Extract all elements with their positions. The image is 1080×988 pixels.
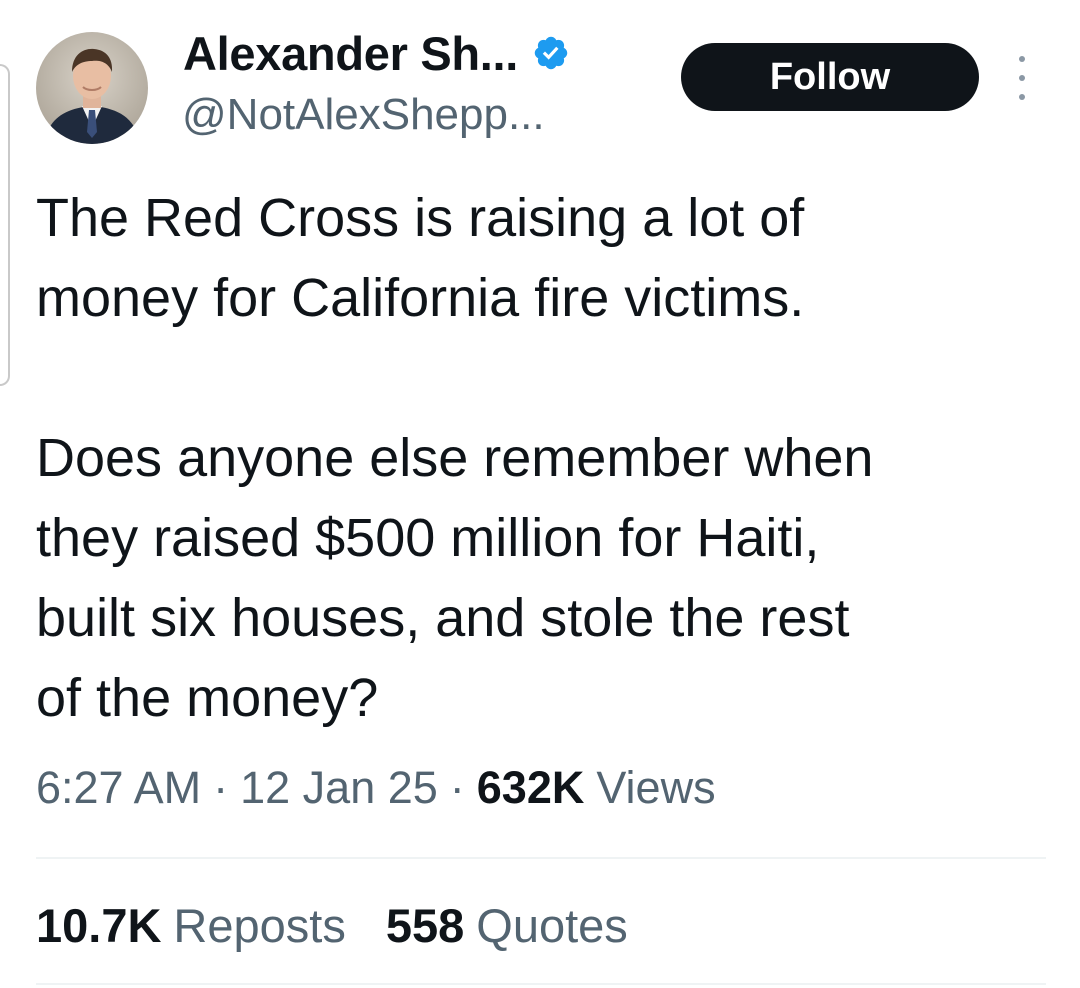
views-label: Views: [596, 762, 716, 813]
engagement-stats: 10.7K Reposts 558 Quotes: [36, 898, 628, 953]
follow-button[interactable]: Follow: [681, 43, 979, 111]
quotes-label: Quotes: [476, 899, 628, 952]
edge-bracket: [0, 64, 10, 386]
tweet-date[interactable]: 12 Jan 25: [240, 762, 438, 814]
tweet-line: built six houses, and stole the rest: [36, 588, 850, 648]
meta-separator: ·: [213, 762, 229, 813]
tweet-line: Does anyone else remember when: [36, 428, 874, 488]
tweet-line: they raised $500 million for Haiti,: [36, 508, 820, 568]
quotes-count: 558: [385, 899, 465, 952]
reposts-stat[interactable]: 10.7K Reposts: [36, 898, 346, 953]
author-handle[interactable]: @NotAlexShepp...: [182, 90, 545, 140]
tweet-metadata: 6:27 AM · 12 Jan 25 · 632K Views: [36, 762, 716, 814]
tweet-time[interactable]: 6:27 AM: [36, 762, 201, 814]
divider: [36, 857, 1046, 859]
author-name-row[interactable]: Alexander Sh...: [183, 24, 570, 82]
views-count: 632K: [476, 762, 585, 813]
more-vertical-icon[interactable]: [1010, 56, 1034, 100]
more-dot: [1019, 75, 1025, 81]
display-name[interactable]: Alexander Sh...: [183, 26, 518, 81]
divider: [36, 983, 1046, 985]
avatar-photo-icon: [36, 32, 148, 144]
more-dot: [1019, 56, 1025, 62]
tweet-paragraph-1: The Red Cross is raising a lot of money …: [36, 178, 1046, 338]
tweet-paragraph-2: Does anyone else remember when they rais…: [36, 418, 1046, 738]
tweet-line: money for California fire victims.: [36, 268, 805, 328]
reposts-count: 10.7K: [36, 899, 162, 952]
meta-separator: ·: [449, 762, 465, 813]
quotes-stat[interactable]: 558 Quotes: [386, 898, 628, 953]
tweet-line: of the money?: [36, 668, 379, 728]
tweet-line: The Red Cross is raising a lot of: [36, 188, 805, 248]
more-dot: [1019, 94, 1025, 100]
reposts-label: Reposts: [173, 899, 346, 952]
verified-badge-icon: [534, 36, 568, 70]
avatar[interactable]: [36, 32, 148, 144]
